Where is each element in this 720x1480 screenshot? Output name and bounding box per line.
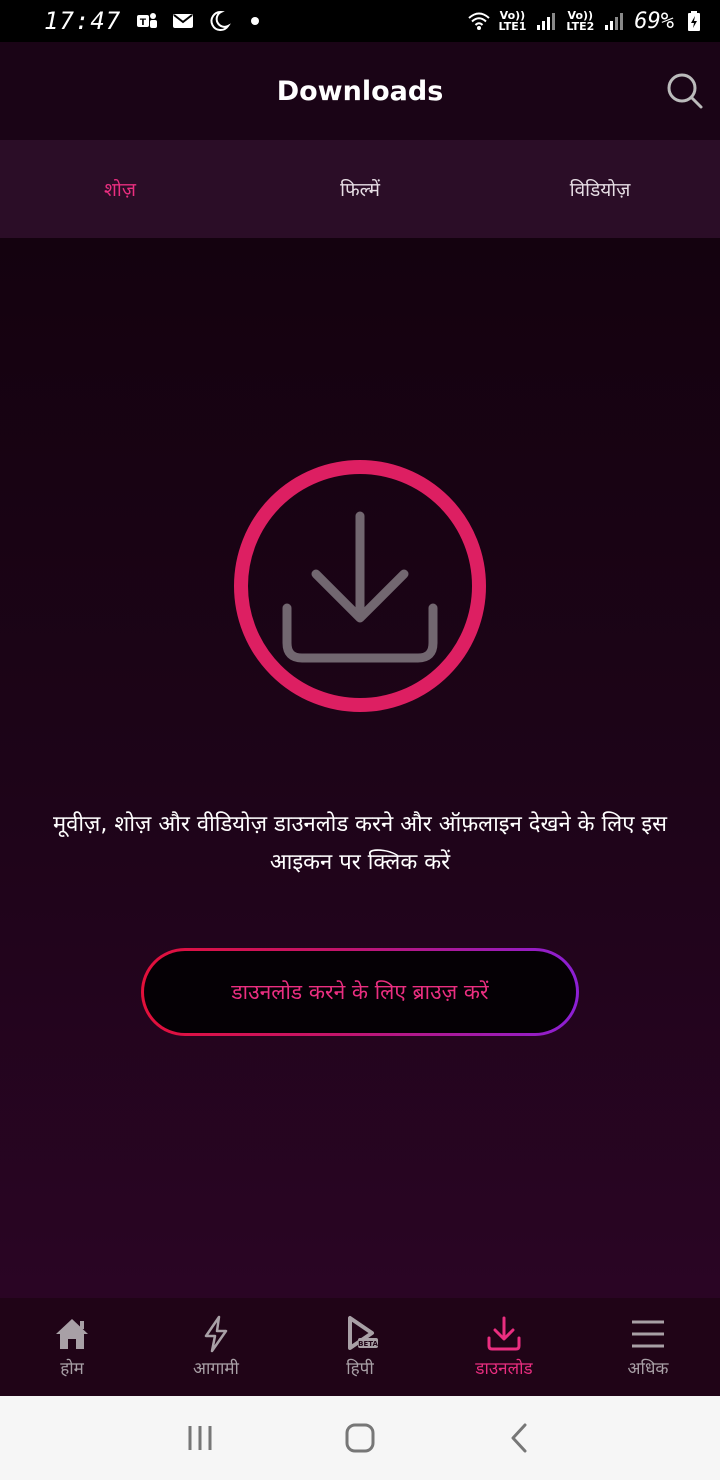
home-button-icon[interactable]: [342, 1420, 378, 1456]
browse-button-label: डाउनलोड करने के लिए ब्राउज़ करें: [144, 951, 576, 1033]
tab-movies[interactable]: फिल्में: [240, 140, 480, 238]
page-title: Downloads: [276, 75, 444, 107]
status-bar: 17:47 T Vo)) LTE1 Vo)) LTE2 69%: [0, 0, 720, 42]
recent-apps-icon[interactable]: [182, 1420, 218, 1456]
moon-icon: [210, 10, 232, 31]
battery-percent: 69%: [634, 8, 674, 34]
lightning-icon: [204, 1315, 228, 1353]
download-circle-icon[interactable]: [232, 458, 488, 714]
signal-icon: [537, 13, 556, 30]
app-bar: Downloads: [0, 42, 720, 140]
bottom-nav: होम आगामी BETA हिपी डाउनलोड अधिक: [0, 1298, 720, 1396]
downloads-empty-state: मूवीज़, शोज़ और वीडियोज़ डाउनलोड करने और…: [0, 238, 720, 1298]
menu-icon: [632, 1320, 664, 1348]
download-icon: [487, 1316, 521, 1351]
notification-icons: T: [135, 9, 267, 33]
nav-upcoming-label: आगामी: [193, 1359, 239, 1379]
nav-downloads[interactable]: डाउनलोड: [432, 1298, 576, 1396]
sim1-indicator: Vo)) LTE1: [499, 10, 527, 32]
back-icon[interactable]: [502, 1420, 538, 1456]
nav-home[interactable]: होम: [0, 1298, 144, 1396]
wifi-icon: [467, 12, 490, 30]
teams-icon: T: [137, 13, 158, 28]
sim1-label: LTE1: [498, 20, 527, 33]
nav-more[interactable]: अधिक: [576, 1298, 720, 1396]
search-icon[interactable]: [666, 72, 704, 110]
nav-upcoming[interactable]: आगामी: [144, 1298, 288, 1396]
svg-text:T: T: [140, 18, 147, 28]
tab-videos[interactable]: विडियोज़: [480, 140, 720, 238]
nav-more-label: अधिक: [627, 1359, 669, 1379]
system-nav-bar: [0, 1396, 720, 1480]
battery-icon: [688, 11, 700, 31]
tab-bar: शोज़ फिल्में विडियोज़: [0, 140, 720, 238]
sim2-label: LTE2: [566, 20, 595, 33]
hipi-icon: BETA: [348, 1316, 378, 1350]
signal-icon: [605, 13, 624, 30]
sim2-indicator: Vo)) LTE2: [566, 10, 594, 32]
nav-hipi-label: हिपी: [346, 1359, 374, 1379]
browse-to-download-button[interactable]: डाउनलोड करने के लिए ब्राउज़ करें: [141, 948, 579, 1036]
nav-downloads-label: डाउनलोड: [475, 1359, 533, 1379]
dot-icon: [251, 17, 260, 25]
tab-shows[interactable]: शोज़: [0, 140, 240, 238]
mail-icon: [173, 14, 194, 28]
home-icon: [56, 1319, 88, 1349]
nav-hipi[interactable]: BETA हिपी: [288, 1298, 432, 1396]
empty-state-message: मूवीज़, शोज़ और वीडियोज़ डाउनलोड करने और…: [52, 812, 668, 875]
status-time: 17:47: [44, 7, 122, 35]
status-right: Vo)) LTE1 Vo)) LTE2 69%: [467, 9, 707, 34]
nav-home-label: होम: [60, 1359, 84, 1379]
beta-badge: BETA: [358, 1340, 378, 1348]
